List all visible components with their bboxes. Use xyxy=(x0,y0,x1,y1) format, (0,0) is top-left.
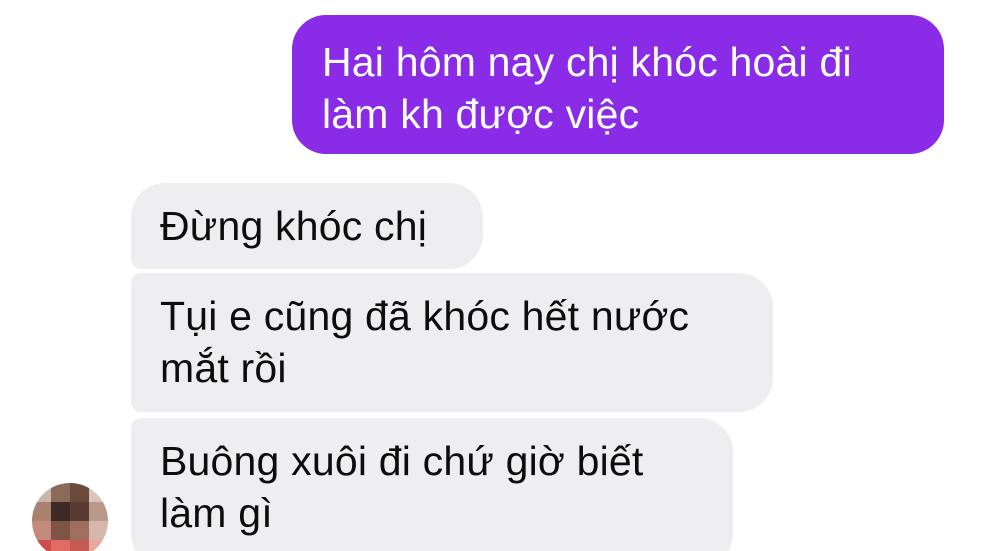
outgoing-message-bubble[interactable]: Hai hôm nay chị khóc hoài đi làm kh được… xyxy=(292,15,944,154)
incoming-message-bubble[interactable]: Tụi e cũng đã khóc hết nước mắt rồi xyxy=(131,273,773,412)
incoming-message-bubble[interactable]: Buông xuôi đi chứ giờ biết làm gì xyxy=(131,418,733,551)
chat-thread: Hai hôm nay chị khóc hoài đi làm kh được… xyxy=(0,0,1000,551)
avatar[interactable] xyxy=(32,483,108,551)
incoming-message-bubble[interactable]: Đừng khóc chị xyxy=(131,183,483,269)
